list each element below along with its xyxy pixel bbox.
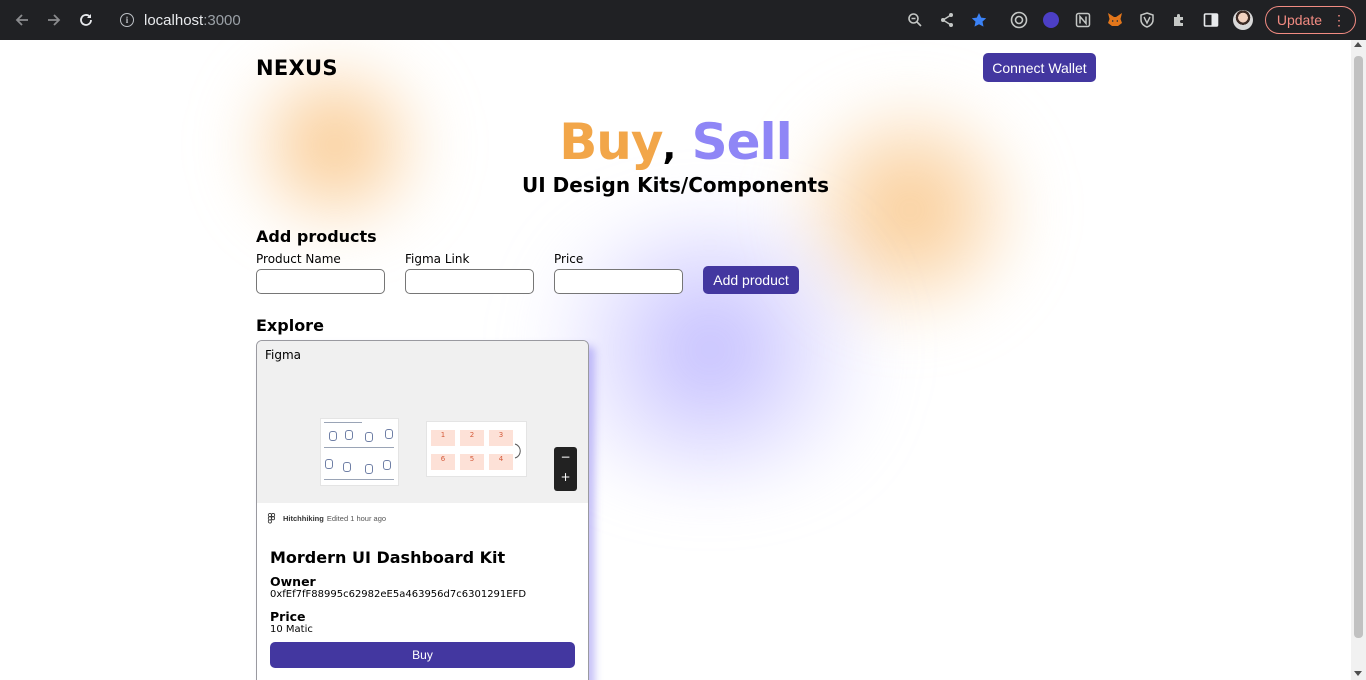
figma-wordmark: Figma bbox=[265, 348, 302, 362]
embed-file-info: Hitchhiking Edited 1 hour ago bbox=[267, 513, 386, 524]
page-content: NEXUS Connect Wallet Buy, Sell UI Design… bbox=[0, 40, 1351, 680]
sidepanel-icon[interactable] bbox=[1195, 4, 1227, 36]
address-bar[interactable]: i localhost:3000 bbox=[120, 12, 241, 29]
hero-comma: , bbox=[662, 127, 677, 168]
browser-toolbar: i localhost:3000 Update ⋮ bbox=[0, 0, 1366, 40]
bookmark-star-icon[interactable] bbox=[963, 4, 995, 36]
card-price-label: Price bbox=[270, 609, 306, 624]
zoom-in-button[interactable]: + bbox=[554, 470, 577, 484]
step-box: 2 bbox=[460, 430, 484, 446]
metamask-extension-icon[interactable] bbox=[1099, 4, 1131, 36]
embed-edited-time: Edited 1 hour ago bbox=[326, 514, 387, 523]
figma-icon bbox=[267, 513, 276, 524]
toolbar-actions: Update ⋮ bbox=[899, 0, 1356, 40]
kebab-menu-icon[interactable]: ⋮ bbox=[1332, 12, 1346, 29]
reload-icon[interactable] bbox=[70, 4, 102, 36]
hero-subtitle: UI Design Kits/Components bbox=[521, 173, 830, 197]
page-scrollbar[interactable] bbox=[1351, 40, 1366, 680]
profile-avatar[interactable] bbox=[1227, 4, 1259, 36]
shield-extension-icon[interactable] bbox=[1131, 4, 1163, 36]
product-card: Figma 1 2 3 6 5 4 − + Hitchhiking Edited… bbox=[256, 340, 589, 680]
product-name-input[interactable] bbox=[256, 269, 385, 294]
price-label: Price bbox=[554, 252, 584, 266]
explore-heading: Explore bbox=[256, 316, 324, 335]
connect-wallet-button[interactable]: Connect Wallet bbox=[983, 53, 1096, 82]
notion-extension-icon[interactable] bbox=[1067, 4, 1099, 36]
forward-icon[interactable] bbox=[38, 4, 70, 36]
step-box: 4 bbox=[489, 454, 513, 470]
step-box: 1 bbox=[431, 430, 455, 446]
buy-button[interactable]: Buy bbox=[270, 642, 575, 668]
embed-zoom-controls: − + bbox=[554, 447, 577, 491]
chat-extension-icon[interactable] bbox=[1035, 4, 1067, 36]
curved-arrow-icon bbox=[514, 443, 521, 459]
hero-sell: Sell bbox=[691, 113, 793, 171]
step-box: 5 bbox=[460, 454, 484, 470]
step-box: 3 bbox=[489, 430, 513, 446]
price-input[interactable] bbox=[554, 269, 683, 294]
figma-embed[interactable]: Figma 1 2 3 6 5 4 − + bbox=[257, 341, 588, 503]
scroll-thumb[interactable] bbox=[1354, 56, 1363, 638]
puzzle-extensions-icon[interactable] bbox=[1163, 4, 1195, 36]
add-product-button[interactable]: Add product bbox=[703, 266, 799, 294]
zoom-icon[interactable] bbox=[899, 4, 931, 36]
figma-link-input[interactable] bbox=[405, 269, 534, 294]
site-logo[interactable]: NEXUS bbox=[256, 56, 338, 80]
add-products-heading: Add products bbox=[256, 227, 377, 246]
figma-link-label: Figma Link bbox=[405, 252, 470, 266]
scroll-up-arrow-icon[interactable] bbox=[1354, 42, 1362, 47]
owner-address: 0xfEf7fF88995c62982eE5a463956d7c6301291E… bbox=[270, 589, 527, 600]
embed-file-name[interactable]: Hitchhiking bbox=[283, 514, 324, 523]
update-label: Update bbox=[1276, 12, 1322, 28]
url-port: :3000 bbox=[203, 11, 241, 29]
zoom-out-button[interactable]: − bbox=[554, 450, 577, 464]
share-icon[interactable] bbox=[931, 4, 963, 36]
update-button[interactable]: Update ⋮ bbox=[1264, 6, 1356, 34]
product-title: Mordern UI Dashboard Kit bbox=[270, 548, 506, 567]
step-box: 6 bbox=[431, 454, 455, 470]
owner-label: Owner bbox=[270, 574, 316, 589]
scroll-down-arrow-icon[interactable] bbox=[1354, 671, 1362, 676]
url-host: localhost bbox=[144, 11, 204, 29]
hero-title: Buy, Sell bbox=[0, 112, 1351, 178]
back-icon[interactable] bbox=[6, 4, 38, 36]
card-price-value: 10 Matic bbox=[270, 624, 313, 635]
embed-frame-steps[interactable]: 1 2 3 6 5 4 bbox=[426, 421, 527, 477]
product-name-label: Product Name bbox=[256, 252, 341, 266]
hero-buy: Buy bbox=[559, 113, 663, 171]
embed-frame-journey[interactable] bbox=[320, 418, 399, 486]
radar-extension-icon[interactable] bbox=[1003, 4, 1035, 36]
site-info-icon[interactable]: i bbox=[120, 13, 134, 27]
